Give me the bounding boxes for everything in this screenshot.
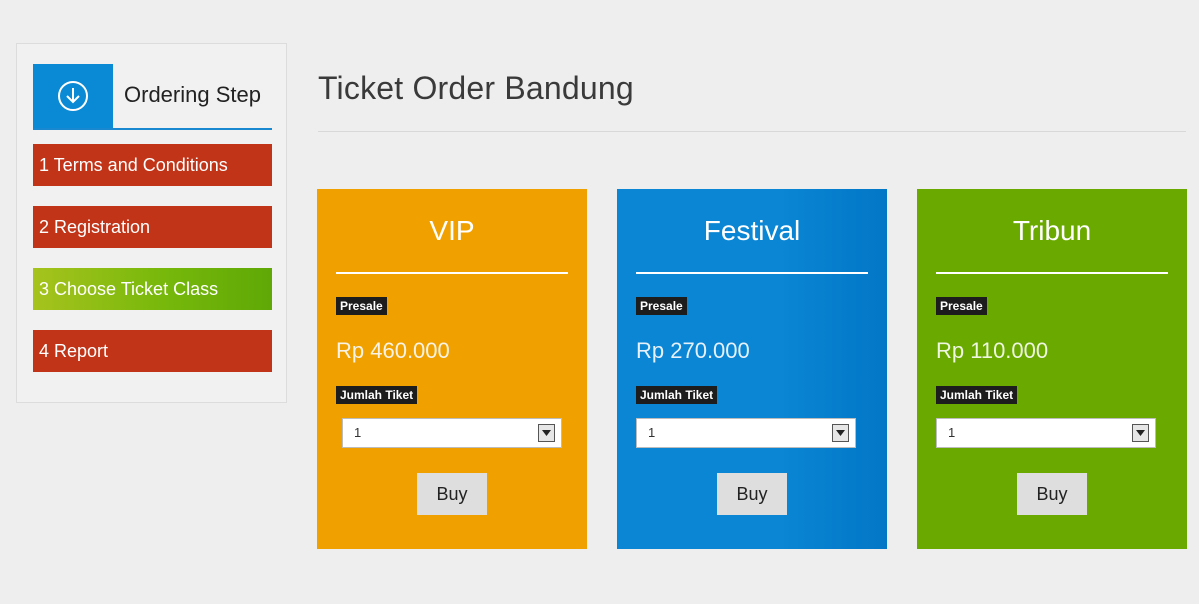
ticket-price: Rp 110.000: [936, 338, 1049, 363]
dropdown-arrow-icon[interactable]: [1132, 424, 1149, 442]
quantity-select-value: 1: [648, 425, 656, 440]
dropdown-arrow-icon[interactable]: [538, 424, 555, 442]
buy-button[interactable]: Buy: [1017, 473, 1087, 515]
ticket-class-name: Tribun: [1012, 215, 1092, 246]
card-divider: [636, 272, 868, 274]
step-report[interactable]: 4 Report: [33, 330, 272, 372]
quantity-label: Jumlah Tiket: [936, 386, 1018, 404]
quantity-select-value: 1: [948, 425, 956, 440]
buy-button[interactable]: Buy: [717, 473, 787, 515]
dropdown-arrow-icon[interactable]: [832, 424, 849, 442]
presale-badge: Presale: [936, 297, 987, 315]
quantity-select[interactable]: 1: [936, 418, 1156, 448]
ticket-class-name: VIP: [429, 215, 475, 246]
quantity-label: Jumlah Tiket: [636, 386, 718, 404]
ticket-class-name: Festival: [703, 215, 801, 246]
step-choose-ticket-class[interactable]: 3 Choose Ticket Class: [33, 268, 272, 310]
sidebar-title: Ordering Step: [124, 82, 261, 107]
quantity-select[interactable]: 1: [636, 418, 856, 448]
ticket-card-tribun: Tribun Presale Rp 110.000 Jumlah Tiket 1…: [917, 189, 1187, 549]
step-registration[interactable]: 2 Registration: [33, 206, 272, 248]
step-terms-and-conditions[interactable]: 1 Terms and Conditions: [33, 144, 272, 186]
quantity-select[interactable]: 1: [342, 418, 562, 448]
presale-badge: Presale: [336, 297, 387, 315]
ticket-card-vip: VIP Presale Rp 460.000 Jumlah Tiket 1 Bu…: [317, 189, 587, 549]
arrow-down-circle-icon: [33, 64, 113, 128]
card-divider: [936, 272, 1168, 274]
card-divider: [336, 272, 568, 274]
quantity-label: Jumlah Tiket: [336, 386, 418, 404]
page-title: Ticket Order Bandung: [318, 70, 634, 106]
buy-button[interactable]: Buy: [417, 473, 487, 515]
presale-badge: Presale: [636, 297, 687, 315]
ordering-step-sidebar: Ordering Step 1 Terms and Conditions 2 R…: [16, 43, 287, 403]
quantity-select-value: 1: [354, 425, 362, 440]
ticket-price: Rp 460.000: [336, 338, 450, 363]
ticket-card-festival: Festival Presale Rp 270.000 Jumlah Tiket…: [617, 189, 887, 549]
title-divider: [318, 131, 1186, 132]
ticket-price: Rp 270.000: [636, 338, 750, 363]
sidebar-header: Ordering Step: [33, 64, 272, 130]
